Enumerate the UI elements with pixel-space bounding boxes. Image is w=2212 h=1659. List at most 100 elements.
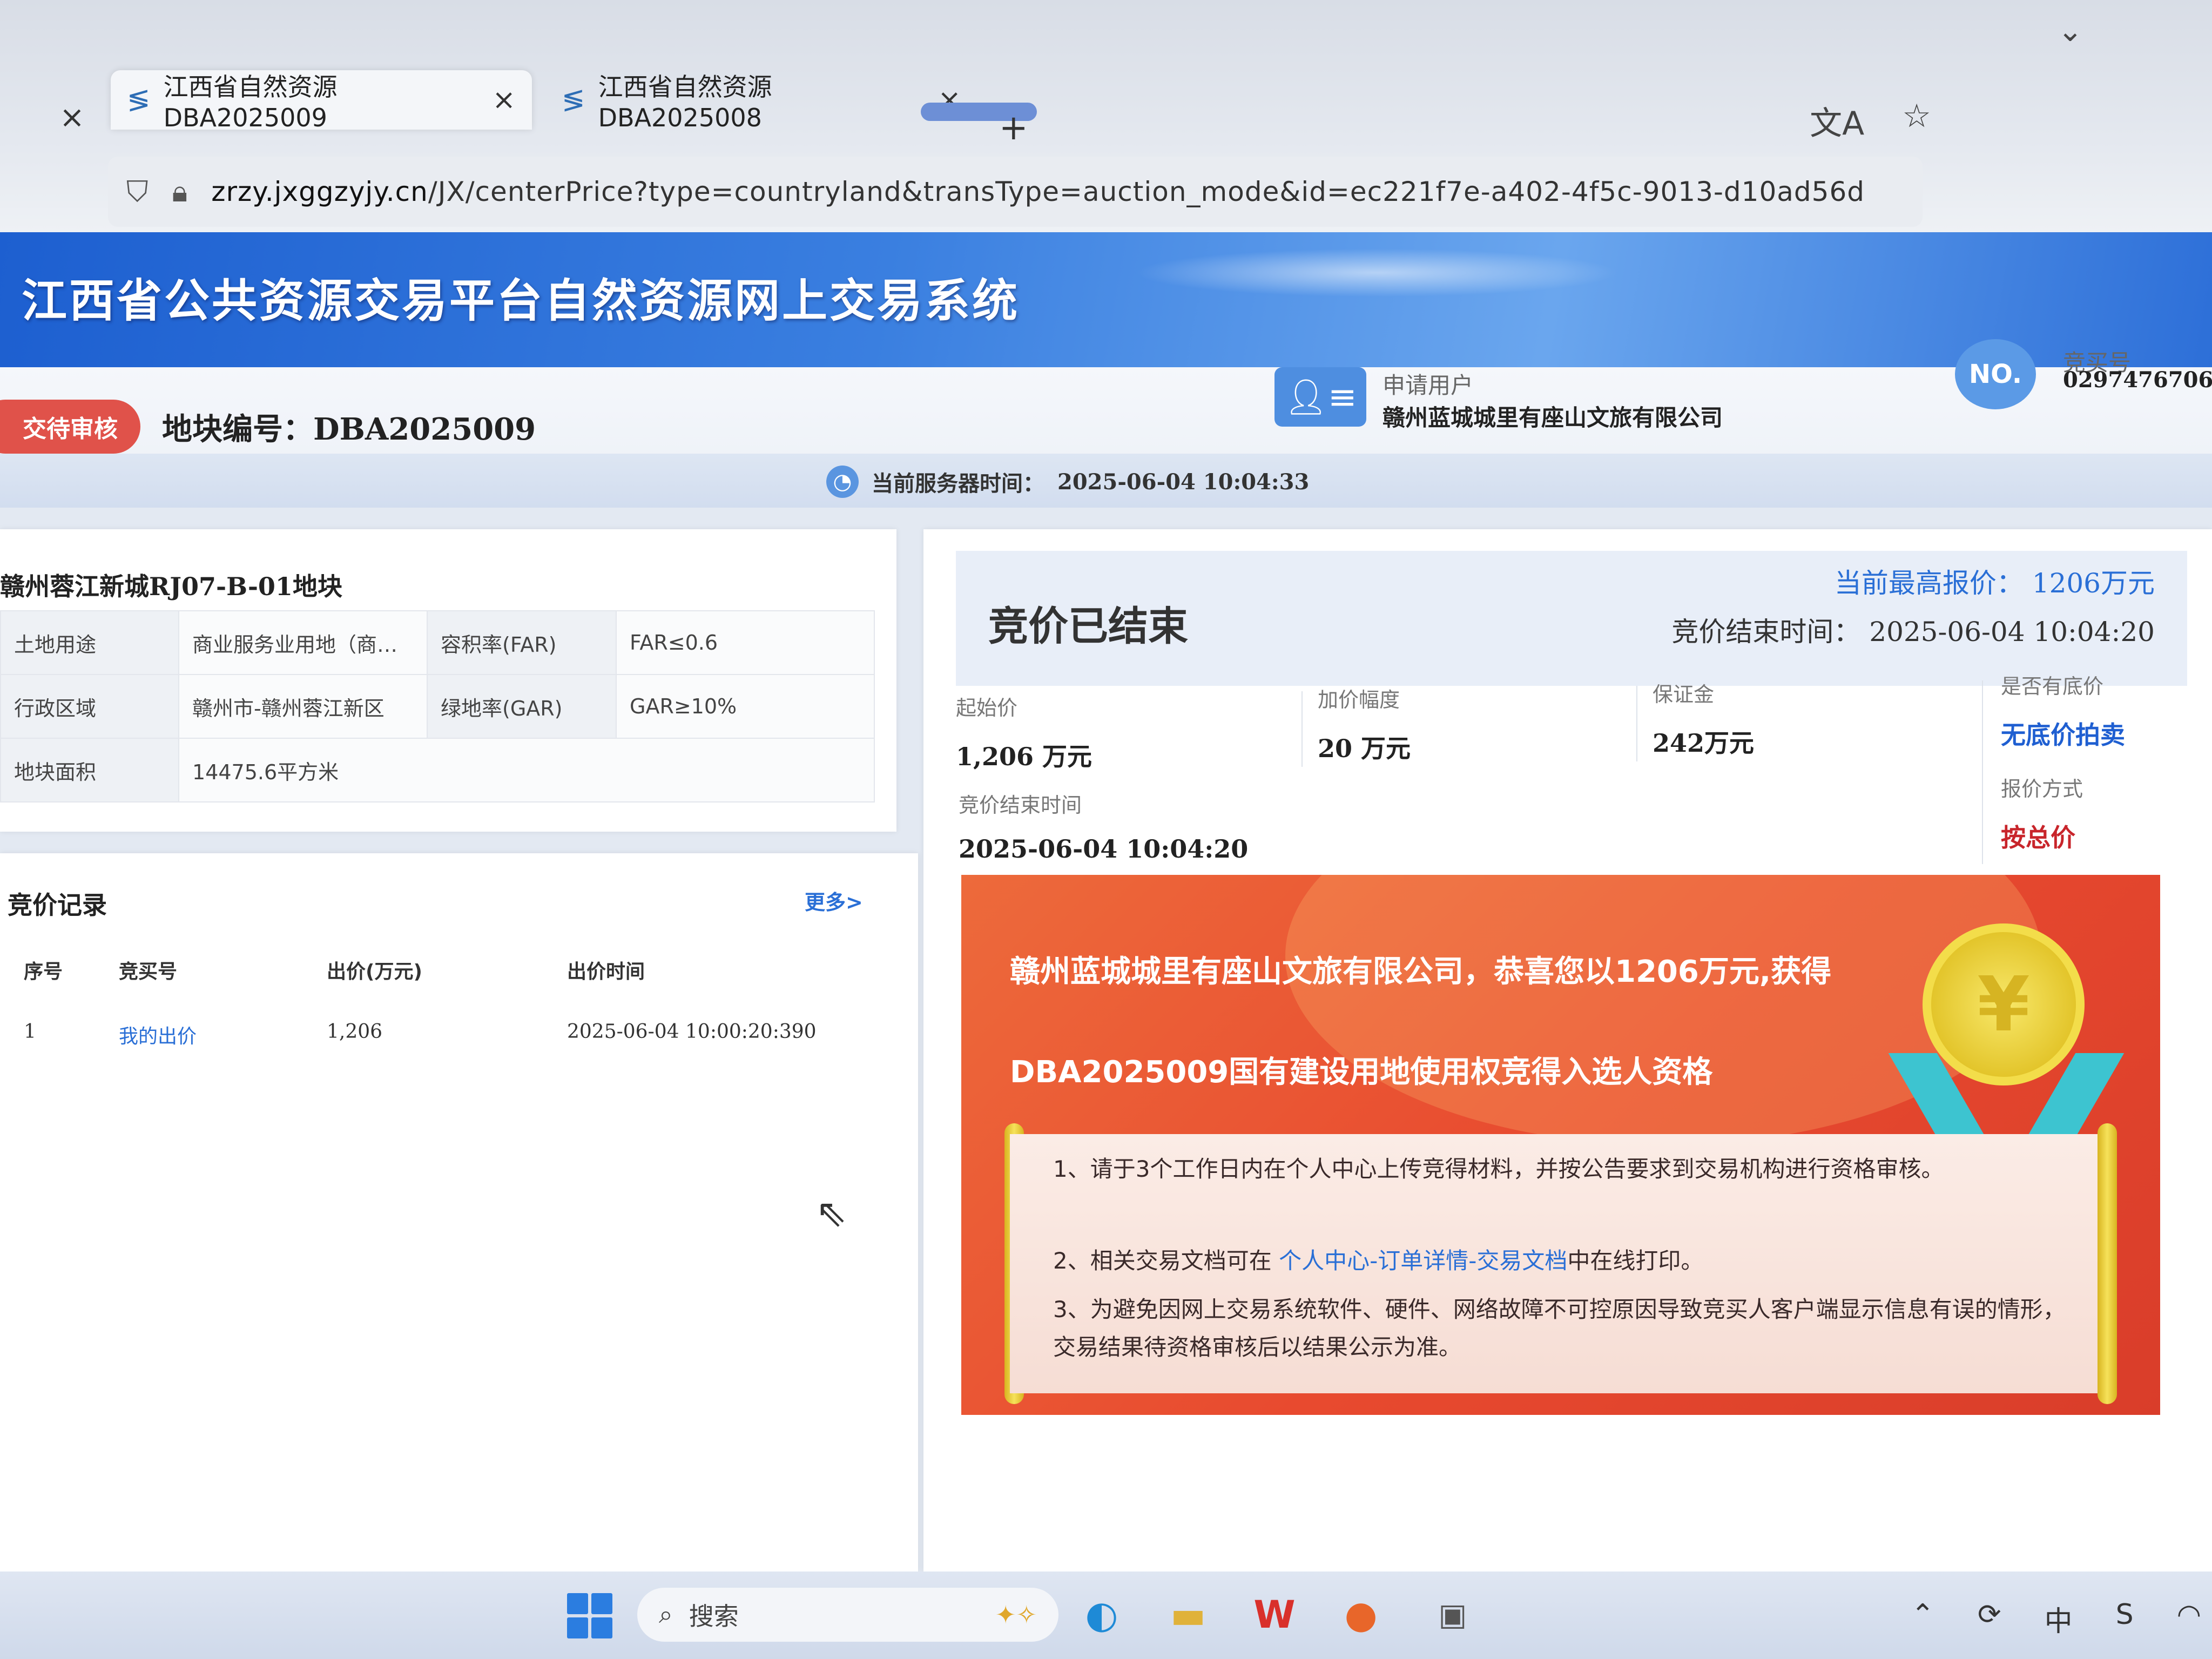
- plot-number-label: 地块编号：: [162, 412, 313, 447]
- land-info-panel: 赣州蓉江新城RJ07-B-01地块 土地用途 商业服务业用地（商… 容积率(FA…: [0, 529, 896, 832]
- ime-logo-icon[interactable]: S: [2116, 1599, 2134, 1639]
- quote-mode-value: 按总价: [2001, 823, 2075, 852]
- end-time: 竞价结束时间 2025-06-04 10:04:20: [959, 788, 1248, 864]
- tab-dba2025009[interactable]: ≶ 江西省自然资源DBA2025009 ×: [111, 70, 532, 132]
- bidder-number: 0297476706: [2063, 367, 2212, 393]
- row-bidder: 我的出价: [119, 1026, 197, 1048]
- wps-office-icon[interactable]: W: [1247, 1588, 1301, 1642]
- shield-icon[interactable]: ⛉: [126, 174, 149, 209]
- quote-mode: 报价方式 按总价: [2001, 772, 2083, 854]
- site-favicon-icon: ≶: [562, 84, 585, 116]
- deposit-value: 242万元: [1653, 729, 1755, 758]
- reserve-price: 是否有底价 无底价拍卖: [2001, 670, 2125, 751]
- remote-desktop-icon[interactable]: ▣: [1426, 1588, 1480, 1642]
- order-docs-link[interactable]: 个人中心-订单详情-交易文档: [1279, 1247, 1567, 1274]
- start-price: 起始价 1,206 万元: [956, 691, 1092, 773]
- search-placeholder: 搜索: [689, 1602, 739, 1631]
- plot-number: 地块编号：DBA2025009: [162, 405, 536, 449]
- search-icon: ⌕: [659, 1600, 673, 1629]
- close-icon[interactable]: ×: [59, 100, 85, 135]
- input-method-icon[interactable]: 中: [2045, 1599, 2073, 1639]
- address-bar-actions: 文A ☆: [1810, 97, 1931, 144]
- increment-label: 加价幅度: [1318, 688, 1400, 712]
- site-favicon-icon: ≶: [127, 84, 151, 116]
- more-link[interactable]: 更多>: [805, 886, 863, 915]
- notice-2-suffix: 中在线打印。: [1567, 1247, 1704, 1274]
- mouse-cursor-icon: ⇖: [815, 1191, 847, 1235]
- chevron-down-icon[interactable]: ⌄: [2058, 14, 2083, 49]
- user-card-icon: 👤︎≡: [1274, 367, 1366, 427]
- auction-state: 竞价已结束: [988, 603, 1188, 650]
- taskbar-search[interactable]: ⌕ 搜索 ✦✧: [637, 1588, 1058, 1642]
- area-value: 14475.6平方米: [178, 738, 875, 802]
- server-time-label: 当前服务器时间：: [872, 471, 1044, 496]
- congrats-message: 赣州蓝城城里有座山文旅有限公司，恭喜您以1206万元,获得: [1010, 954, 1832, 989]
- medal-icon: ¥: [1923, 923, 2085, 1085]
- auction-result-panel: 竞价已结束 当前最高报价： 1206万元 竞价结束时间： 2025-06-04 …: [923, 529, 2212, 1572]
- windows-start-icon[interactable]: [567, 1593, 612, 1638]
- close-tab-icon[interactable]: ×: [492, 84, 516, 116]
- row-seq: 1: [24, 1021, 36, 1043]
- area-label: 地块面积: [0, 738, 179, 802]
- table-row: 地块面积 14475.6平方米: [0, 738, 875, 802]
- start-price-label: 起始价: [956, 696, 1018, 720]
- taskbar: ⌕ 搜索 ✦✧ ◐ ▬ W ● ▣ ⌃ ⟳ 中 S ◠: [0, 1572, 2212, 1659]
- number-badge-icon: NO.: [1955, 339, 2036, 409]
- server-time: ◔ 当前服务器时间： 2025-06-04 10:04:33: [826, 466, 1309, 498]
- status-badge: 交待审核: [0, 400, 140, 454]
- land-info-table: 土地用途 商业服务业用地（商… 容积率(FAR) FAR≤0.6 行政区域 赣州…: [0, 610, 875, 802]
- lock-icon[interactable]: 🔒︎: [172, 174, 188, 209]
- url-text[interactable]: zrzy.jxggzyjy.cn/JX/centerPrice?type=cou…: [211, 176, 1904, 207]
- tab-dba2025008[interactable]: ≶ 江西省自然资源DBA2025008 ×: [545, 70, 977, 132]
- increment: 加价幅度 20 万元: [1318, 683, 1411, 765]
- file-explorer-icon[interactable]: ▬: [1161, 1588, 1215, 1642]
- chevron-up-icon[interactable]: ⌃: [1911, 1599, 1934, 1639]
- row-time: 2025-06-04 10:00:20:390: [567, 1021, 817, 1043]
- clock-icon: ◔: [826, 466, 859, 498]
- bid-records-title: 竞价记录: [8, 891, 107, 920]
- tab-title: 江西省自然资源DBA2025009: [163, 72, 338, 132]
- end-time-label: 竞价结束时间: [959, 793, 1082, 817]
- reserve-value: 无底价拍卖: [2001, 720, 2125, 750]
- col-bidder: 竞买号: [119, 961, 178, 983]
- end-time-value: 2025-06-04 10:04:20: [959, 834, 1249, 864]
- firefox-icon[interactable]: ●: [1334, 1588, 1388, 1642]
- quote-mode-label: 报价方式: [2001, 777, 2083, 801]
- deposit-label: 保证金: [1653, 683, 1715, 706]
- far-value: FAR≤0.6: [616, 610, 875, 675]
- table-row: 土地用途 商业服务业用地（商… 容积率(FAR) FAR≤0.6: [0, 610, 875, 675]
- bid-records-panel: 竞价记录 更多> 序号 竞买号 出价(万元) 出价时间 1 我的出价 1,206…: [0, 853, 918, 1572]
- user-name: 赣州蓝城城里有座山文旅有限公司: [1382, 404, 1723, 431]
- table-row: 行政区域 赣州市-赣州蓉江新区 绿地率(GAR) GAR≥10%: [0, 674, 875, 739]
- system-tray: ⌃ ⟳ 中 S ◠: [1911, 1599, 2201, 1639]
- col-time: 出价时间: [567, 961, 645, 983]
- divider: [1982, 680, 1983, 864]
- row-price: 1,206: [327, 1021, 383, 1043]
- notice-1: 1、请于3个工作日内在个人中心上传竞得材料，并按公告要求到交易机构进行资格审核。: [1053, 1156, 1944, 1182]
- notice-3: 3、为避免因网上交易系统软件、硬件、网络故障不可控原因导致竞买人客户端显示信息有…: [1053, 1296, 2066, 1360]
- address-bar[interactable]: ⛉ 🔒︎ zrzy.jxggzyjy.cn/JX/centerPrice?typ…: [108, 157, 1923, 227]
- land-use-value: 商业服务业用地（商…: [178, 610, 428, 675]
- notice-scroll: 1、请于3个工作日内在个人中心上传竞得材料，并按公告要求到交易机构进行资格审核。…: [1010, 1134, 2112, 1393]
- browser-chrome: ⌄ × ≶ 江西省自然资源DBA2025009 × ≶ 江西省自然资源DBA20…: [0, 0, 2212, 232]
- edge-browser-icon[interactable]: ◐: [1075, 1588, 1129, 1642]
- bookmark-star-icon[interactable]: ☆: [1902, 97, 1931, 144]
- sync-icon[interactable]: ⟳: [1978, 1599, 2001, 1639]
- url-path: /JX/centerPrice?type=countryland&transTy…: [428, 176, 1865, 207]
- district-value: 赣州市-赣州蓉江新区: [178, 674, 428, 739]
- user-label: 申请用户: [1382, 372, 1474, 399]
- district-label: 行政区域: [0, 674, 179, 739]
- new-tab-button[interactable]: +: [999, 108, 1028, 148]
- info-bar: 交待审核 地块编号：DBA2025009 👤︎≡ 申请用户 赣州蓝城城里有座山文…: [0, 339, 2212, 464]
- congrats-qualification: DBA2025009国有建设用地使用权竞得入选人资格: [1010, 1055, 1713, 1090]
- far-label: 容积率(FAR): [427, 610, 617, 675]
- wifi-icon[interactable]: ◠: [2177, 1599, 2201, 1639]
- tab-title: 江西省自然资源DBA2025008: [598, 72, 772, 132]
- land-use-label: 土地用途: [0, 610, 179, 675]
- translate-icon[interactable]: 文A: [1810, 97, 1864, 144]
- col-seq: 序号: [24, 961, 63, 983]
- gar-value: GAR≥10%: [616, 674, 875, 739]
- start-price-value: 1,206 万元: [956, 742, 1092, 771]
- divider: [1301, 691, 1303, 767]
- site-banner: 江西省公共资源交易平台自然资源网上交易系统: [0, 232, 2212, 367]
